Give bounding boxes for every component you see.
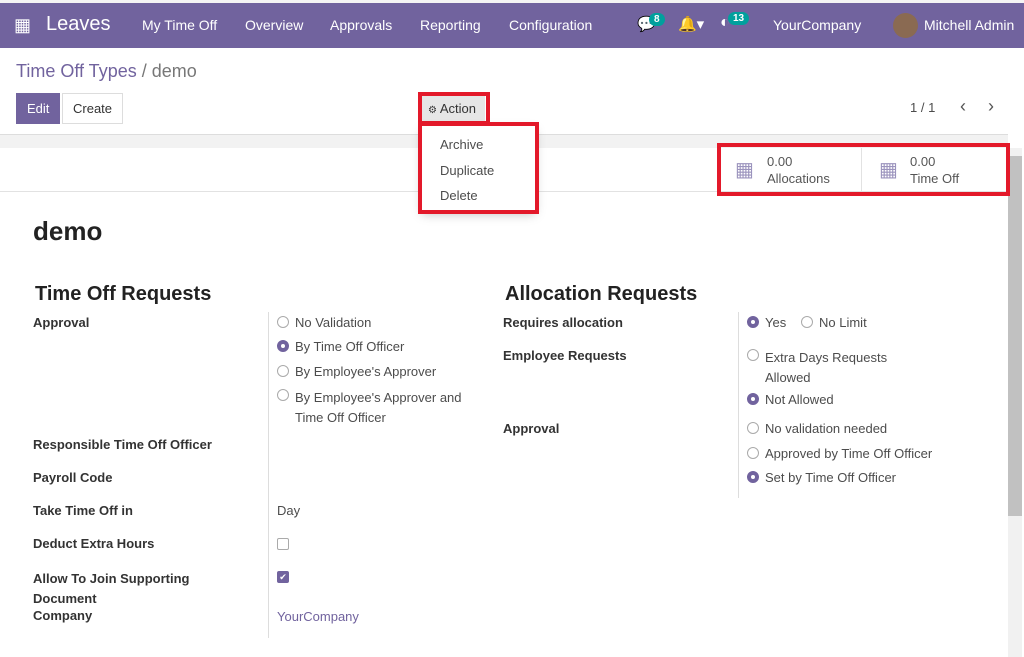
user-menu[interactable]: Mitchell Admin — [924, 17, 1014, 33]
option-label: No validation needed — [765, 421, 888, 436]
requires-allocation-label: Requires allocation — [503, 315, 623, 330]
activities-badge: 13 — [728, 12, 750, 25]
payroll-code-label: Payroll Code — [33, 470, 113, 485]
breadcrumb-parent[interactable]: Time Off Types — [16, 61, 137, 81]
deduct-extra-hours-checkbox[interactable] — [277, 538, 289, 550]
radio-yes[interactable] — [747, 316, 759, 328]
radio-extra-days-allowed[interactable] — [747, 349, 759, 361]
option-label: No Limit — [819, 315, 867, 330]
section-title-time-off-requests: Time Off Requests — [35, 283, 212, 305]
radio-no-limit[interactable] — [801, 316, 813, 328]
company-switcher[interactable]: YourCompany — [773, 17, 861, 33]
messages-badge: 8 — [649, 13, 665, 26]
option-label: Approved by Time Off Officer — [765, 446, 933, 461]
radio-no-validation-needed[interactable] — [747, 422, 759, 434]
radio-by-employee-approver-and-officer[interactable] — [277, 389, 289, 401]
company-value[interactable]: YourCompany — [277, 609, 359, 624]
record-name: demo — [33, 216, 103, 246]
menu-configuration[interactable]: Configuration — [509, 17, 592, 33]
top-navbar: ▦ Leaves My Time Off Overview Approvals … — [0, 0, 1024, 48]
menu-my-time-off[interactable]: My Time Off — [142, 17, 217, 33]
smart-buttons-highlight — [717, 143, 1010, 196]
next-record-button[interactable]: › — [988, 96, 994, 117]
edit-button[interactable]: Edit — [16, 93, 61, 124]
option-label: Not Allowed — [765, 392, 834, 407]
option-label: Yes — [765, 315, 787, 330]
company-label: Company — [33, 608, 93, 623]
divider — [738, 312, 739, 498]
breadcrumb-current: demo — [151, 61, 197, 81]
option-label: By Time Off Officer — [295, 339, 405, 354]
previous-record-button[interactable]: ‹ — [960, 96, 966, 117]
action-highlight — [418, 92, 490, 125]
bell-icon[interactable]: 🔔▾ — [678, 15, 704, 33]
radio-no-validation[interactable] — [277, 316, 289, 328]
pager: 1 / 1 — [910, 100, 936, 115]
take-time-off-label: Take Time Off in — [33, 503, 133, 518]
avatar[interactable] — [893, 13, 918, 38]
menu-approvals[interactable]: Approvals — [330, 17, 392, 33]
radio-by-time-off-officer[interactable] — [277, 340, 289, 352]
scrollbar[interactable] — [1008, 148, 1022, 657]
create-button[interactable]: Create — [62, 93, 124, 124]
divider — [268, 312, 269, 638]
join-document-label: Allow To Join Supporting Document — [33, 571, 190, 606]
menu-overview[interactable]: Overview — [245, 17, 303, 33]
section-title-allocation-requests: Allocation Requests — [505, 283, 698, 305]
option-label: No Validation — [295, 315, 372, 330]
option-label: By Employee's Approver — [295, 364, 437, 379]
allocation-approval-label: Approval — [503, 421, 560, 436]
take-time-off-value[interactable]: Day — [277, 503, 300, 518]
join-document-checkbox[interactable]: ✔ — [277, 571, 289, 583]
app-name[interactable]: Leaves — [46, 13, 111, 36]
deduct-extra-hours-label: Deduct Extra Hours — [33, 536, 155, 551]
option-label: By Employee's Approver and Time Off Offi… — [295, 390, 462, 425]
radio-set-by-officer[interactable] — [747, 471, 759, 483]
option-label: Set by Time Off Officer — [765, 470, 897, 485]
breadcrumb: Time Off Types / demo — [16, 61, 197, 81]
employee-requests-label: Employee Requests — [503, 348, 627, 363]
officer-label: Responsible Time Off Officer — [33, 437, 212, 452]
radio-approved-by-officer[interactable] — [747, 447, 759, 459]
menu-reporting[interactable]: Reporting — [420, 17, 481, 33]
action-menu-highlight — [418, 122, 539, 214]
approval-label: Approval — [33, 315, 90, 330]
radio-by-employee-approver[interactable] — [277, 365, 289, 377]
apps-menu-icon[interactable]: ▦ — [14, 15, 31, 36]
radio-not-allowed[interactable] — [747, 393, 759, 405]
option-label: Extra Days Requests Allowed — [765, 350, 888, 385]
